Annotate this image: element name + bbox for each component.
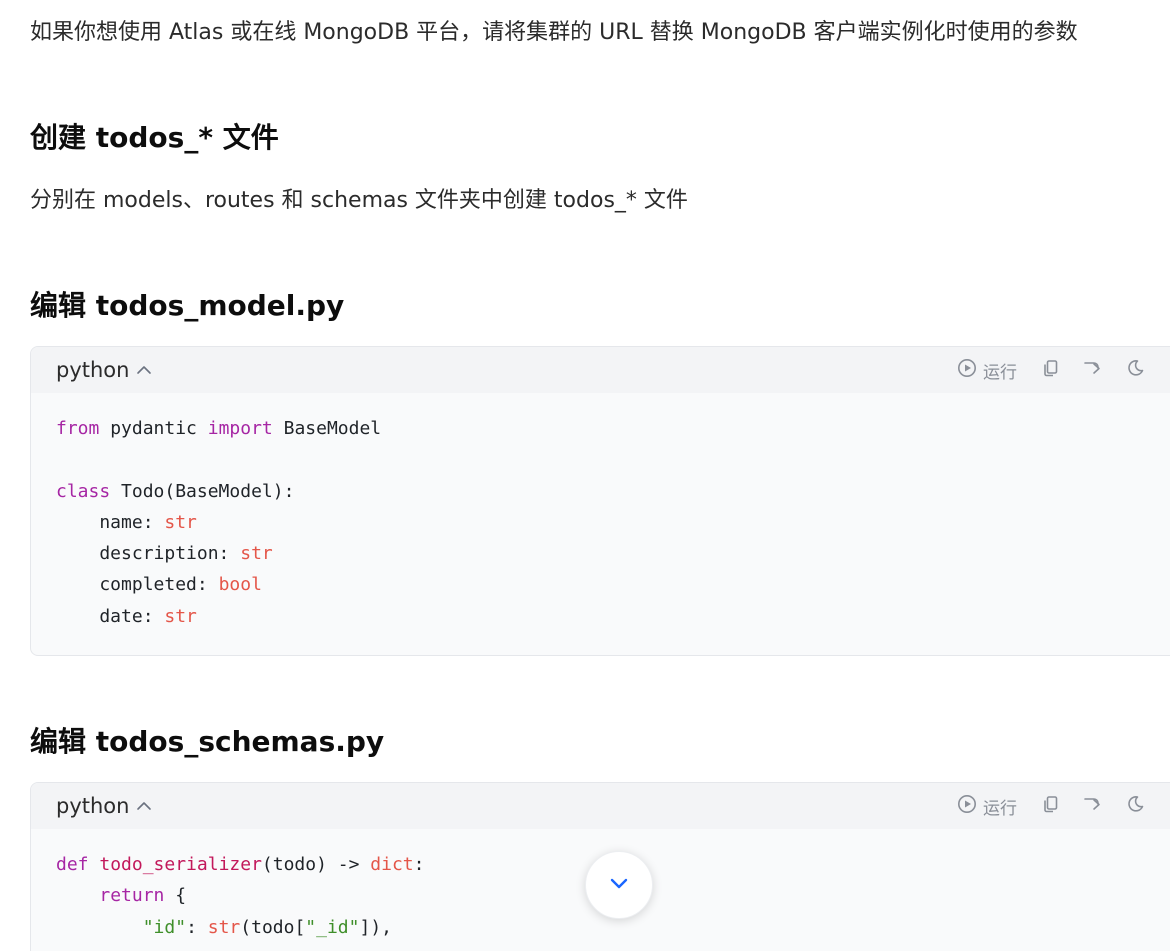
code-token: (todo[ [240,916,306,938]
code-token: "_id" [305,916,360,938]
code-token: str [207,916,241,938]
code-line: name: str [56,507,1166,538]
copy-button[interactable] [1039,794,1063,818]
code-content[interactable]: from pydantic import BaseModel​class Tod… [31,393,1170,650]
code-token: return [99,885,165,907]
code-token: BaseModel [272,418,382,439]
code-line: date: str [56,601,1166,632]
theme-button[interactable] [1123,358,1147,382]
code-token: class [56,480,111,502]
play-circle-icon [957,794,977,819]
code-line: description: str [56,538,1166,569]
code-token: bool [218,574,262,596]
code-line: completed: bool [56,569,1166,600]
copy-icon [1041,358,1061,383]
section-heading-create-files: 创建 todos_* 文件 [30,121,279,154]
run-button[interactable]: 运行 [957,794,1017,819]
language-label: python [56,794,130,818]
chevron-down-icon [606,870,632,900]
play-circle-icon [957,358,977,383]
code-token: str [240,543,273,565]
code-block-todos-model: python 运行 from pydantic import BaseModel… [30,346,1170,656]
section-heading-todos-model: 编辑 todos_model.py [30,289,345,322]
code-block-header: python 运行 [31,347,1170,393]
page: 如果你想使用 Atlas 或在线 MongoDB 平台，请将集群的 URL 替换… [0,0,1170,951]
wrap-arrow-icon [1083,794,1103,819]
code-toolbar: 运行 [957,783,1165,829]
code-token: pydantic [99,418,208,439]
code-line: from pydantic import BaseModel [56,413,1166,444]
scroll-to-bottom-button[interactable] [585,851,653,919]
code-token: : [186,916,208,938]
section-heading-todos-schemas: 编辑 todos_schemas.py [30,725,385,758]
code-token: name: [56,511,165,533]
code-token: description: [56,543,241,565]
code-token: Todo(BaseModel): [110,480,295,502]
code-token: : [413,854,425,875]
code-token: ]), [359,916,392,938]
code-token: completed: [56,574,219,596]
run-label: 运行 [983,362,1017,383]
language-toggle[interactable]: python [56,347,153,393]
language-toggle[interactable]: python [56,783,153,829]
code-token: { [164,885,187,907]
copy-button[interactable] [1039,358,1063,382]
code-line: ​ [56,444,1166,475]
create-files-paragraph: 分别在 models、routes 和 schemas 文件夹中创建 todos… [30,188,688,213]
moon-icon [1125,794,1145,819]
code-token: "id" [142,916,187,938]
code-block-header: python 运行 [31,783,1170,829]
code-token: todo_serializer [99,854,262,875]
chevron-up-icon [135,361,153,379]
code-token: (todo) -> [261,854,371,875]
code-line: class Todo(BaseModel): [56,476,1166,507]
wrap-button[interactable] [1081,794,1105,818]
copy-icon [1041,794,1061,819]
theme-button[interactable] [1123,794,1147,818]
code-token: str [164,605,197,627]
language-label: python [56,358,130,382]
code-token: str [164,511,197,533]
code-token: from [56,418,100,439]
wrap-button[interactable] [1081,358,1105,382]
code-token: import [207,418,273,439]
code-token: dict [370,854,414,875]
code-token: def [56,854,89,875]
code-token: date: [56,605,165,627]
run-button[interactable]: 运行 [957,358,1017,383]
wrap-arrow-icon [1083,358,1103,383]
chevron-up-icon [135,797,153,815]
moon-icon [1125,358,1145,383]
code-toolbar: 运行 [957,347,1165,393]
run-label: 运行 [983,798,1017,819]
intro-paragraph: 如果你想使用 Atlas 或在线 MongoDB 平台，请将集群的 URL 替换… [30,20,1078,45]
